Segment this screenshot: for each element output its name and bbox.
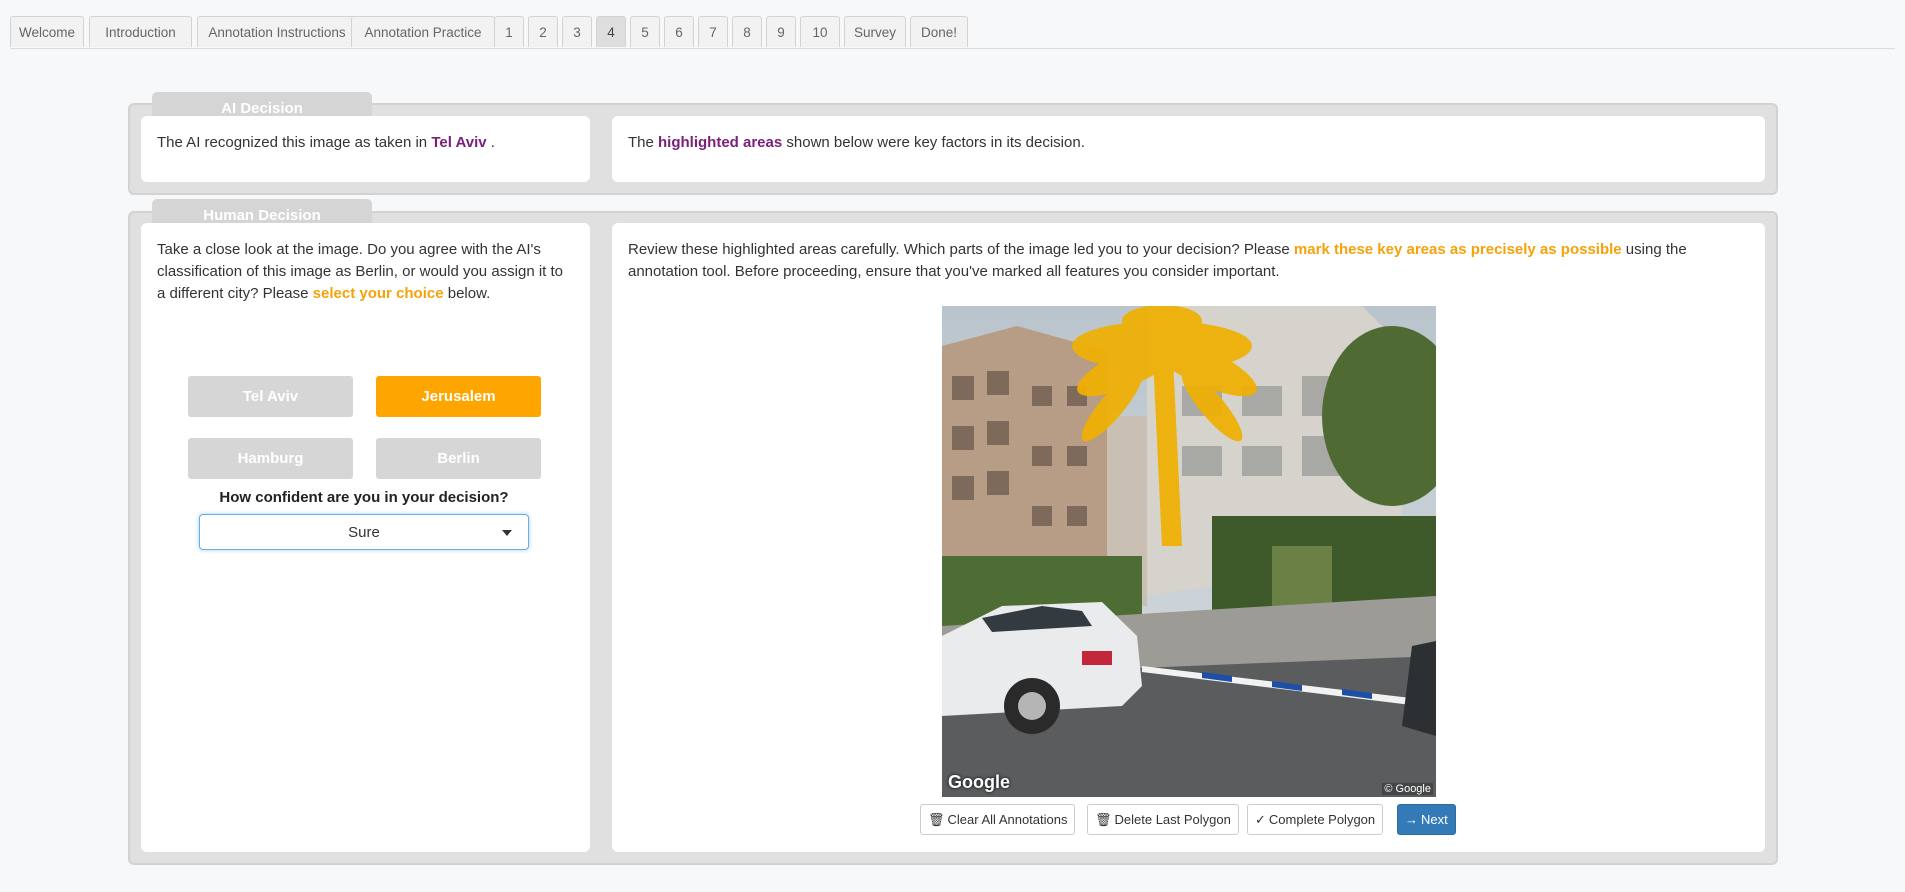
prompt-highlight: select your choice <box>312 285 444 302</box>
google-watermark: Google <box>948 772 1010 792</box>
check-icon: ✓ <box>1255 812 1266 827</box>
review-highlight: mark these key areas as precisely as pos… <box>1293 241 1622 258</box>
confidence-select[interactable]: Sure <box>199 514 529 550</box>
street-view-image[interactable]: Google © Google <box>942 306 1436 797</box>
review-instructions: Review these highlighted areas carefully… <box>628 239 1738 283</box>
complete-polygon-button[interactable]: ✓ Complete Polygon <box>1247 804 1384 835</box>
ai-decision-city: Tel Aviv <box>431 134 487 151</box>
chevron-down-icon <box>502 530 512 536</box>
tab-6[interactable]: 6 <box>664 16 694 47</box>
tab-3[interactable]: 3 <box>562 16 592 47</box>
tab-2[interactable]: 2 <box>528 16 558 47</box>
trash-icon: 🗑 <box>928 812 945 827</box>
tab-introduction[interactable]: Introduction <box>89 16 192 47</box>
confidence-value: Sure <box>348 524 380 541</box>
trash-icon: 🗑 <box>1095 812 1112 827</box>
delete-last-polygon-label: Delete Last Polygon <box>1114 812 1231 827</box>
tab-done[interactable]: Done! <box>910 16 968 47</box>
tab-4[interactable]: 4 <box>596 16 626 47</box>
google-copyright: © Google <box>1382 783 1433 795</box>
ai-decision-suffix: . <box>486 134 495 151</box>
ai-decision-left-card: The AI recognized this image as taken in… <box>141 116 590 182</box>
choice-berlin[interactable]: Berlin <box>376 438 541 479</box>
tab-10[interactable]: 10 <box>800 16 840 47</box>
ai-decision-text: The AI recognized this image as taken in <box>157 134 432 151</box>
tab-bar: Welcome Introduction Annotation Instruct… <box>10 16 1895 49</box>
ai-factors-text: The <box>628 134 659 151</box>
prompt-text-end: below. <box>443 285 491 302</box>
tab-9[interactable]: 9 <box>766 16 796 47</box>
human-decision-prompt: Take a close look at the image. Do you a… <box>157 239 567 305</box>
tab-survey[interactable]: Survey <box>844 16 906 47</box>
tab-1[interactable]: 1 <box>494 16 524 47</box>
ai-factors-highlight: highlighted areas <box>658 134 783 151</box>
review-text: Review these highlighted areas carefully… <box>628 241 1294 258</box>
choice-tel-aviv[interactable]: Tel Aviv <box>188 376 353 417</box>
tab-7[interactable]: 7 <box>698 16 728 47</box>
human-decision-left-card: Take a close look at the image. Do you a… <box>141 223 590 852</box>
tab-5[interactable]: 5 <box>630 16 660 47</box>
street-scene <box>942 306 1436 797</box>
delete-last-polygon-button[interactable]: 🗑 Delete Last Polygon <box>1087 804 1239 835</box>
tab-8[interactable]: 8 <box>732 16 762 47</box>
arrow-right-icon: → <box>1405 812 1418 827</box>
tab-welcome[interactable]: Welcome <box>10 16 84 47</box>
ai-factors-suffix: shown below were key factors in its deci… <box>782 134 1085 151</box>
choice-jerusalem[interactable]: Jerusalem <box>376 376 541 417</box>
tab-annotation-practice[interactable]: Annotation Practice <box>351 16 495 47</box>
confidence-question: How confident are you in your decision? <box>219 489 509 506</box>
ai-decision-right-card: The highlighted areas shown below were k… <box>612 116 1765 182</box>
complete-polygon-label: Complete Polygon <box>1268 812 1376 827</box>
next-button[interactable]: → Next <box>1397 804 1456 835</box>
clear-annotations-label: Clear All Annotations <box>947 812 1068 827</box>
choice-hamburg[interactable]: Hamburg <box>188 438 353 479</box>
tab-annotation-instructions[interactable]: Annotation Instructions <box>197 16 357 47</box>
next-label: Next <box>1421 812 1448 827</box>
clear-annotations-button[interactable]: 🗑 Clear All Annotations <box>920 804 1076 835</box>
